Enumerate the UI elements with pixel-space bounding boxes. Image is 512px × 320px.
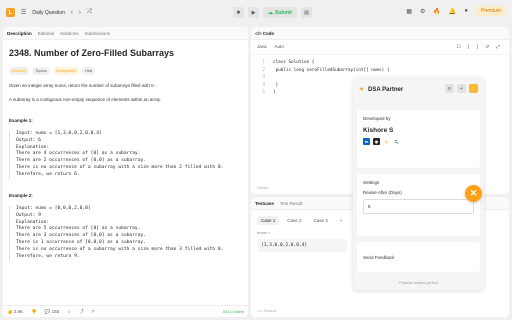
- example-2-block: Input: nums = [0,0,0,2,0,0] Output: 9 Expl…: [9, 205, 242, 261]
- example-2-title: Example 2:: [9, 192, 33, 198]
- example-line: Output: 9: [16, 212, 41, 218]
- submit-button[interactable]: ☁ Submit: [263, 7, 297, 18]
- debug-icon[interactable]: ✱: [233, 7, 244, 18]
- bell-icon[interactable]: 🔔: [449, 8, 456, 15]
- revise-after-input[interactable]: 5: [363, 199, 474, 214]
- github-icon[interactable]: ◉: [373, 138, 380, 145]
- list-icon[interactable]: ☰: [21, 9, 26, 16]
- help-icon[interactable]: ?: [92, 309, 95, 314]
- tab-editorial[interactable]: Editorial: [38, 31, 54, 36]
- problem-title: 2348. Number of Zero-Filled Subarrays: [9, 48, 175, 58]
- prev-icon[interactable]: ‹: [71, 10, 73, 16]
- example-line: Input: nums = [0,0,0,2,0,0]: [16, 205, 91, 211]
- share-icon[interactable]: ⤴: [79, 309, 84, 315]
- example-line: Therefore, we return 6.: [16, 172, 80, 178]
- top-bar: L ☰ Daily Question ‹ › ⤮ ✱ ▶ ☁ Submit ▤ ▦…: [0, 0, 512, 26]
- example-line: Input: nums = [1,3,0,0,2,0,0,4]: [16, 130, 102, 136]
- social-links: in ◉ ᒪ Ꮹ: [363, 138, 474, 145]
- settings-card: Settings Revise After (Days) 5: [357, 174, 480, 236]
- thumbs-up-icon: 👍: [7, 308, 13, 314]
- revise-after-label: Revise After (Days): [363, 190, 402, 195]
- leetcode-icon[interactable]: ᒪ: [383, 138, 390, 145]
- avatar-icon[interactable]: ●: [464, 8, 468, 14]
- close-icon: ✕: [469, 188, 478, 198]
- run-icon[interactable]: ▶: [248, 7, 259, 18]
- next-icon[interactable]: ›: [79, 10, 81, 16]
- dsa-partner-logo-icon: ✦: [359, 87, 365, 93]
- star-icon[interactable]: ☆: [67, 309, 71, 315]
- tab-solutions[interactable]: Solutions: [60, 31, 79, 36]
- example-line: Output: 6: [16, 137, 41, 143]
- tags-row: Medium Topics Companies Hint: [9, 66, 242, 75]
- code-line: }: [273, 90, 276, 95]
- upload-icon: ☁: [268, 9, 273, 16]
- leetcode-logo-icon[interactable]: L: [6, 8, 15, 17]
- code-toolbar: Java Auto ☐ { } ↺ ⤢: [251, 40, 509, 55]
- source-link[interactable]: </> Source: [257, 308, 277, 313]
- layout-icon[interactable]: ▦: [406, 8, 412, 15]
- dsa-partner-fab[interactable]: ✕: [465, 185, 482, 202]
- add-icon[interactable]: +: [457, 84, 466, 93]
- description-footer: 👍 2.6K 👎 💬 155 ☆ ⤴ ? 5211 Online: [3, 305, 248, 317]
- difficulty-badge: Medium: [9, 66, 30, 75]
- language-select[interactable]: Java: [257, 44, 267, 50]
- send-feedback-label: Send Feedback: [363, 254, 395, 260]
- description-panel: Description Editorial Solutions Submissi…: [3, 27, 248, 317]
- developed-by-label: Developed by: [363, 116, 391, 121]
- notes-icon[interactable]: ▤: [300, 7, 312, 18]
- code-icon: </>: [255, 30, 262, 36]
- feedback-card[interactable]: Send Feedback: [357, 242, 480, 272]
- companies-tag[interactable]: Companies: [52, 66, 79, 75]
- streak-icon[interactable]: 🔥: [433, 8, 440, 15]
- problem-statement: Given an integer array nums, return the …: [9, 82, 155, 88]
- tab-test-result[interactable]: Test Result: [280, 201, 302, 206]
- code-tab-bar: </> Code: [251, 27, 509, 40]
- editor-actions-icon[interactable]: ☐ { } ↺ ⤢: [457, 44, 503, 50]
- hint-tag[interactable]: Hint: [81, 66, 95, 75]
- popup-footer: Practice makes perfect: [353, 276, 484, 290]
- dislike-icon[interactable]: 👎: [31, 309, 37, 315]
- tab-testcase[interactable]: Testcase: [255, 201, 274, 206]
- description-tabs: Description Editorial Solutions Submissi…: [3, 27, 248, 40]
- comments-button[interactable]: 💬 155: [45, 309, 59, 315]
- auto-mode[interactable]: Auto: [275, 44, 284, 50]
- example-line: Therefore, we return 9.: [16, 253, 80, 259]
- case-tab[interactable]: Case 3: [310, 216, 332, 225]
- menu-icon[interactable]: ≡: [445, 84, 454, 93]
- code-line: class Solution {: [273, 60, 315, 65]
- add-case-icon[interactable]: +: [336, 216, 347, 225]
- tab-description[interactable]: Description: [7, 31, 32, 36]
- example-1-title: Example 1:: [9, 118, 33, 123]
- dsa-partner-popup: ✦ DSA Partner ≡ + ⚡ Developed by Kishore…: [353, 77, 484, 290]
- settings-icon[interactable]: ⚙: [420, 8, 425, 15]
- like-button[interactable]: 👍 2.6K: [7, 309, 23, 315]
- premium-button[interactable]: Premium: [475, 6, 506, 16]
- geeksforgeeks-icon[interactable]: Ꮹ: [393, 138, 400, 145]
- comment-icon: 💬: [44, 308, 51, 314]
- shuffle-icon[interactable]: ⤮: [87, 9, 92, 16]
- topics-tag[interactable]: Topics: [32, 66, 50, 75]
- linkedin-icon[interactable]: in: [363, 138, 370, 145]
- problem-content: 2348. Number of Zero-Filled Subarrays Me…: [3, 40, 248, 267]
- example-line: There is no occurrence of a subarray wit…: [16, 247, 224, 253]
- popup-title: DSA Partner: [368, 86, 404, 93]
- developer-card: Developed by Kishore S in ◉ ᒪ Ꮹ: [357, 110, 480, 168]
- code-line: public long zeroFilledSubarray(int[] num…: [273, 67, 390, 73]
- settings-label: Settings: [363, 180, 380, 185]
- saved-status: Saved: [257, 185, 269, 190]
- online-count: 5211 Online: [222, 309, 244, 314]
- case-tab[interactable]: Case 1: [257, 216, 280, 225]
- badge-icon[interactable]: ⚡: [469, 84, 478, 93]
- case-tab[interactable]: Case 2: [283, 216, 305, 225]
- nums-input[interactable]: [1,3,0,0,2,0,0,4]: [257, 239, 347, 252]
- example-1-block: Input: nums = [1,3,0,0,2,0,0,4] Output: 6…: [9, 130, 242, 179]
- developer-name: Kishore S: [363, 127, 394, 134]
- tab-code[interactable]: </> Code: [255, 31, 274, 36]
- daily-question-link[interactable]: Daily Question: [32, 10, 65, 16]
- code-line: }: [273, 82, 279, 88]
- tab-submissions[interactable]: Submissions: [85, 31, 111, 36]
- subarray-definition: A subarray is a contiguous non-empty seq…: [9, 97, 162, 103]
